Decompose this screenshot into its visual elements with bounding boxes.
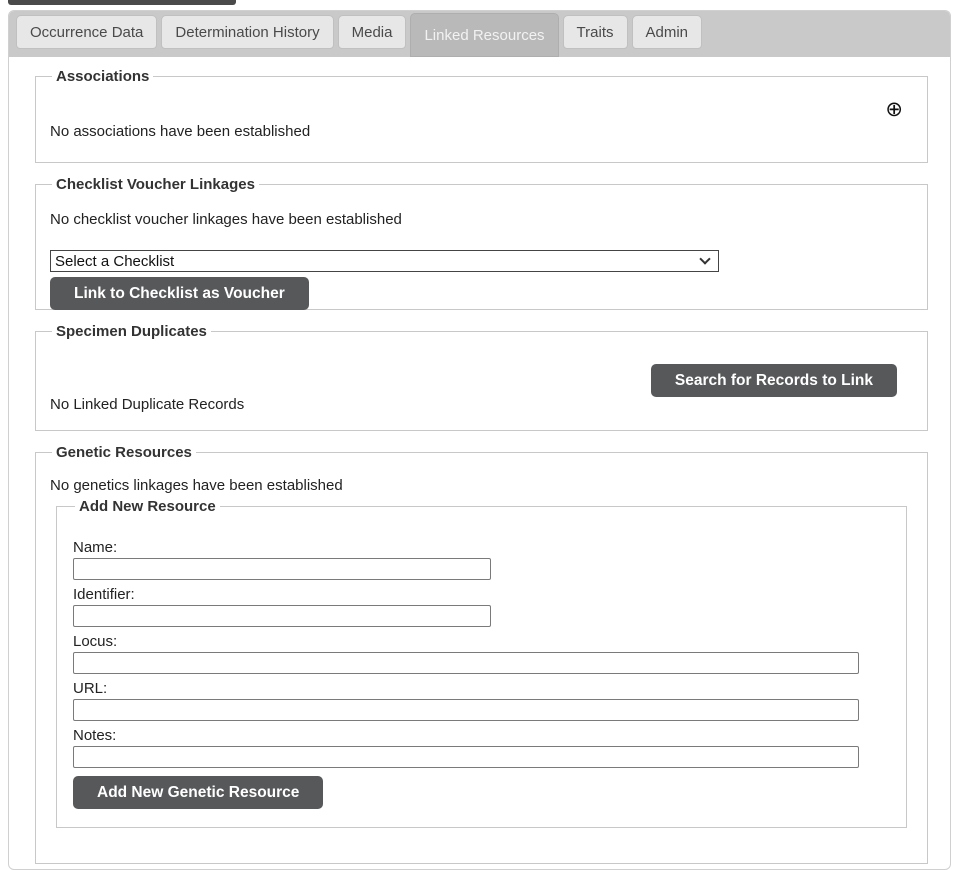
notes-label: Notes: bbox=[73, 727, 890, 744]
name-label: Name: bbox=[73, 539, 890, 556]
tab-traits[interactable]: Traits bbox=[563, 15, 628, 49]
genetic-resources-section: Genetic Resources No genetics linkages h… bbox=[35, 444, 928, 864]
link-to-checklist-button[interactable]: Link to Checklist as Voucher bbox=[50, 277, 309, 310]
tab-admin[interactable]: Admin bbox=[632, 15, 703, 49]
url-label: URL: bbox=[73, 680, 890, 697]
tab-linked-resources[interactable]: Linked Resources bbox=[410, 13, 558, 57]
tab-bar: Occurrence Data Determination History Me… bbox=[9, 11, 950, 57]
genetic-empty-text: No genetics linkages have been establish… bbox=[50, 477, 913, 494]
locus-field[interactable] bbox=[73, 652, 859, 674]
add-association-plus-circle-icon[interactable]: ⊕ bbox=[885, 99, 903, 120]
name-field[interactable] bbox=[73, 558, 491, 580]
tab-media[interactable]: Media bbox=[338, 15, 407, 49]
duplicates-empty-text: No Linked Duplicate Records bbox=[50, 396, 913, 413]
add-new-genetic-resource-button[interactable]: Add New Genetic Resource bbox=[73, 776, 323, 809]
checklist-voucher-section: Checklist Voucher Linkages No checklist … bbox=[35, 176, 928, 310]
checklist-empty-text: No checklist voucher linkages have been … bbox=[50, 211, 913, 228]
add-new-resource-legend: Add New Resource bbox=[75, 498, 220, 515]
search-records-to-link-button[interactable]: Search for Records to Link bbox=[651, 364, 897, 397]
associations-legend: Associations bbox=[52, 68, 153, 85]
identifier-field[interactable] bbox=[73, 605, 491, 627]
identifier-label: Identifier: bbox=[73, 586, 890, 603]
tab-occurrence-data[interactable]: Occurrence Data bbox=[16, 15, 157, 49]
tab-determination-history[interactable]: Determination History bbox=[161, 15, 333, 49]
specimen-duplicates-section: Specimen Duplicates Search for Records t… bbox=[35, 323, 928, 431]
checklist-select-wrap: Select a Checklist bbox=[50, 250, 719, 272]
genetic-resources-legend: Genetic Resources bbox=[52, 444, 196, 461]
checklist-select[interactable]: Select a Checklist bbox=[50, 250, 719, 272]
specimen-duplicates-legend: Specimen Duplicates bbox=[52, 323, 211, 340]
notes-field[interactable] bbox=[73, 746, 859, 768]
checklist-voucher-legend: Checklist Voucher Linkages bbox=[52, 176, 259, 193]
associations-section: Associations ⊕ No associations have been… bbox=[35, 68, 928, 163]
linked-resources-panel: Associations ⊕ No associations have been… bbox=[9, 57, 950, 864]
url-field[interactable] bbox=[73, 699, 859, 721]
associations-empty-text: No associations have been established bbox=[50, 123, 913, 140]
locus-label: Locus: bbox=[73, 633, 890, 650]
linked-resources-tab-widget: Occurrence Data Determination History Me… bbox=[8, 10, 951, 870]
clipped-element-top-bar bbox=[8, 0, 236, 5]
add-new-resource-section: Add New Resource Name: Identifier: Locus… bbox=[56, 498, 907, 828]
